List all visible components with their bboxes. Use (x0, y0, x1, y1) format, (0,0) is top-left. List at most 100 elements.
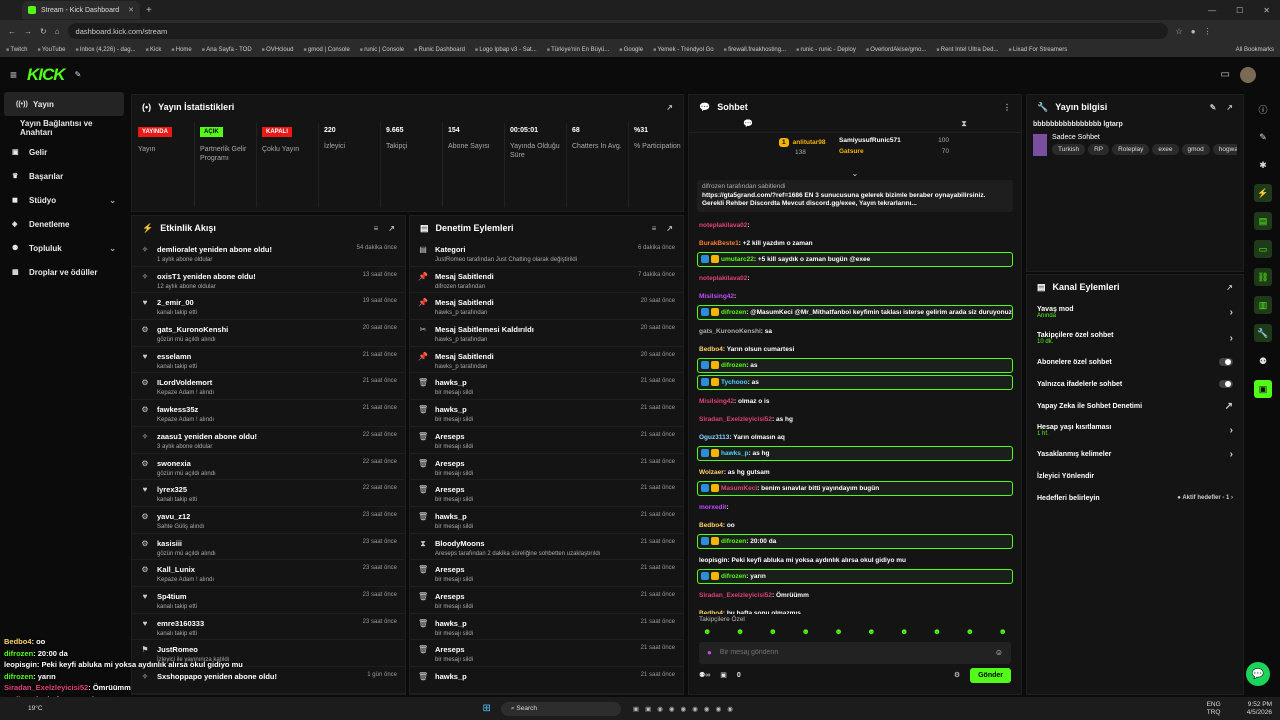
chat-username[interactable]: Wolzaer (699, 469, 724, 476)
theater-icon[interactable]: ▭ (1221, 69, 1230, 80)
feed-row[interactable]: ⧗ BloodyMoons Areseps tarafından 2 dakika … (410, 534, 683, 561)
chat-username[interactable]: Oguz3113 (699, 434, 729, 441)
chat-username[interactable]: leopisgin (699, 557, 728, 564)
sidebar-item-2[interactable]: ▣ Gelir (0, 140, 128, 164)
bookmark-item[interactable]: firewall.freakhosting... (724, 47, 786, 53)
chat-message[interactable]: Siradan_Exelzleyicisi52: as hg (689, 413, 1021, 426)
action-control[interactable]: › (1230, 333, 1233, 344)
doc-icon[interactable]: ▤ (1254, 212, 1272, 230)
tag-chip[interactable]: Turkish (1052, 144, 1086, 155)
channel-action[interactable]: Hesap yaşı kısıtlaması 1 hf. › (1027, 417, 1243, 443)
chat-username[interactable]: difrozen (721, 362, 746, 369)
bookmark-item[interactable]: Yemek - Trendyol Go (653, 47, 714, 53)
sidebar-item-5[interactable]: ◈ Denetleme (0, 212, 128, 236)
chat-username[interactable]: Tychooo (721, 379, 748, 386)
bug-icon[interactable]: ✱ (1254, 156, 1272, 174)
feed-row[interactable]: 🗑 Areseps bir mesajı sildi 21 saat önce (410, 454, 683, 481)
bookmark-item[interactable]: OverlordAkise/gmo... (866, 47, 926, 53)
chat-username[interactable]: Bedbo4 (699, 522, 723, 529)
feed-row[interactable]: ⚙ yavu_z12 Sahte Güliş alındı 23 saat önce (132, 507, 405, 534)
toggle-switch[interactable] (1219, 358, 1233, 366)
home-icon[interactable]: ⌂ (55, 27, 60, 36)
chat-username[interactable]: BurakBeste1 (699, 240, 739, 247)
chat-message[interactable]: Bedbo4: Yarın olsun cumartesi (689, 343, 1021, 356)
feed-row[interactable]: 🗑 hawks_p bir mesajı sildi 21 saat önce (410, 614, 683, 641)
bookmark-item[interactable]: Logo Ipbap v3 - Sat... (475, 47, 536, 53)
hourglass-icon[interactable]: ⧗ (961, 119, 967, 132)
feed-row[interactable]: 🗑 hawks_p bir mesajı sildi 21 saat önce (410, 400, 683, 427)
feed-row[interactable]: ✧ oxisT1 yeniden abone oldu! 12 aylık abon… (132, 267, 405, 294)
chat-username[interactable]: Bedbo4 (699, 346, 723, 353)
channel-action[interactable]: İzleyici Yönlendir (1027, 465, 1243, 487)
info-icon[interactable]: ⓘ (1254, 100, 1272, 118)
chat-message[interactable]: MasumKeci: benim sınavlar bitti yayınday… (697, 480, 1013, 496)
sidebar-item-3[interactable]: ♛ Başarılar (0, 164, 128, 188)
bookmark-item[interactable]: Home (171, 47, 192, 53)
bookmark-item[interactable]: Inbox (4,226) - dag... (75, 47, 136, 53)
avatar[interactable] (1240, 66, 1256, 83)
tools-icon[interactable]: ✎ (75, 70, 82, 79)
bookmark-item[interactable]: Rent Intel Ultra Ded... (936, 47, 999, 53)
toggle-switch[interactable] (1219, 380, 1233, 388)
bookmark-item[interactable]: Türkiye'nin En Büyü... (547, 47, 609, 53)
minimize-icon[interactable]: — (1208, 6, 1216, 15)
feed-row[interactable]: ⚙ kasisiii gözün mü açıldı alındı 23 saat ö… (132, 534, 405, 561)
chat-username[interactable]: hawks_p (721, 450, 748, 457)
profile-icon[interactable]: ● (1191, 27, 1196, 36)
chevron-down-icon[interactable]: ⌄ (109, 196, 116, 205)
all-bookmarks[interactable]: All Bookmarks (1236, 47, 1274, 53)
chat-message[interactable]: morxedit: (689, 501, 1021, 514)
feed-row[interactable]: ⚙ ILordVoldemort Kepaze Adam ! alındı 21 sa… (132, 373, 405, 401)
mic-icon[interactable]: ● (707, 648, 712, 657)
chat-username[interactable]: morxedit (699, 504, 726, 511)
collapse-icon[interactable]: ⌄ (689, 169, 1021, 178)
feed-row[interactable]: ♥ 2_emir_00 kanalı takip etti 19 saat önce (132, 293, 405, 321)
chat-username[interactable]: noteplakilava02 (699, 275, 747, 282)
feed-row[interactable]: 🗑 Areseps bir mesajı sildi 21 saat önce (410, 427, 683, 454)
chat-message[interactable]: Bedbo4: oo (689, 519, 1021, 532)
sidebar-item-6[interactable]: ⚉ Topluluk ⌄ (0, 236, 128, 260)
emote-row[interactable]: ☻ ☻ ☻ ☻ ☻ ☻ ☻ ☻ ☻ ☻ (689, 625, 1021, 638)
chat-username[interactable]: Siradan_Exelzleyicisi52 (699, 416, 772, 423)
chat-username[interactable]: MasumKeci (721, 485, 757, 492)
new-tab-button[interactable]: + (146, 5, 152, 16)
tag-chip[interactable]: RP (1088, 144, 1110, 155)
users-icon[interactable]: ⚉∞ (699, 671, 710, 679)
bookmark-item[interactable]: OVHcloud (262, 47, 293, 53)
chat-message[interactable]: BurakBeste1: +2 kill yazdım o zaman (689, 237, 1021, 250)
feed-row[interactable]: ♥ Sp4tium kanalı takip etti 23 saat önce (132, 587, 405, 614)
feed-row[interactable]: ▤ Kategori JustRomeo tarafından Just Chatt… (410, 240, 683, 267)
chat-message[interactable]: leopisgin: Peki keyfi abluka mi yoksa ay… (689, 554, 1021, 567)
menu-icon[interactable]: ⋮ (1204, 27, 1212, 36)
url-field[interactable]: dashboard.kick.com/stream (67, 23, 1168, 39)
chat-message[interactable]: Tychooo: as (697, 374, 1013, 390)
kick-logo[interactable]: KICK (27, 65, 66, 85)
tag-chip[interactable]: exee (1152, 144, 1179, 155)
browser-tab[interactable]: Stream - Kick Dashboard ✕ (22, 1, 140, 19)
channel-action[interactable]: Yalnızca ifadelerle sohbet (1027, 373, 1243, 395)
channel-action[interactable]: Abonelere özel sohbet (1027, 351, 1243, 373)
popout-icon[interactable]: ↗ (1226, 283, 1233, 292)
filter-icon[interactable]: ≡ (374, 224, 379, 233)
feed-row[interactable]: 🗑 Areseps bir mesajı sildi 21 saat önce (410, 480, 683, 507)
bookmark-item[interactable]: gmod | Console (303, 47, 350, 53)
chat-username[interactable]: difrozen (721, 573, 746, 580)
taskbar-apps[interactable]: ▣▣◉◉◉◉◉◉◉ (633, 705, 739, 713)
sidebar-item-7[interactable]: ▦ Droplar ve ödüller (0, 260, 128, 284)
chat-message[interactable]: difrozen: yarın (697, 568, 1013, 584)
pen-icon[interactable]: ✎ (1254, 128, 1272, 146)
chevron-down-icon[interactable]: ⌄ (109, 244, 116, 253)
chat-tab-icon[interactable]: 💬 (743, 119, 753, 132)
bolt-icon[interactable]: ⚡ (1254, 184, 1272, 202)
wrench-icon[interactable]: 🔧 (1254, 324, 1272, 342)
feed-row[interactable]: ✧ zaasu1 yeniden abone oldu! 3 aylık abone… (132, 427, 405, 454)
app-icon[interactable]: ▣ (1254, 380, 1272, 398)
bookmark-star-icon[interactable]: ☆ (1176, 27, 1183, 36)
feed-row[interactable]: ⚙ gats_KuronoKenshi gözün mü açıldı alındı… (132, 320, 405, 347)
chat-message[interactable]: umutarc22: +5 kill saydık o zaman bugün … (697, 251, 1013, 267)
bookmark-item[interactable]: Ana Sayfa - TOD (202, 47, 251, 53)
taskbar-search[interactable]: ⌕ Search (500, 701, 621, 716)
feed-row[interactable]: 🗑 hawks_p bir mesajı sildi 21 saat önce (410, 507, 683, 534)
chat-message[interactable]: Bedbo4: bu hafta sonu olmazmış (689, 607, 1021, 614)
chat-message[interactable]: gats_KuronoKenshi: sa (689, 325, 1021, 338)
